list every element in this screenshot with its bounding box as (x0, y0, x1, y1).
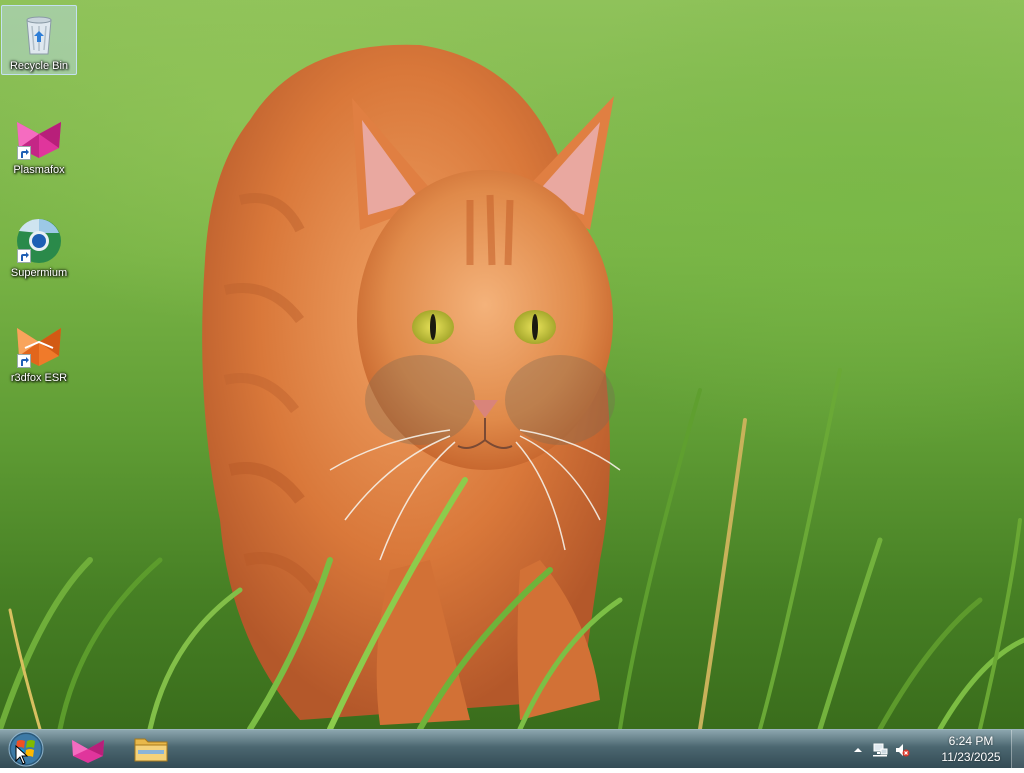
cat-wallpaper-image (0, 44, 1024, 729)
taskbar-explorer-button[interactable] (123, 732, 179, 766)
shortcut-arrow-icon (17, 146, 31, 160)
network-icon[interactable] (872, 742, 888, 758)
desktop-icon-label: r3dfox ESR (10, 372, 68, 384)
desktop-wallpaper (0, 0, 1024, 729)
folder-icon (134, 738, 168, 762)
desktop-icon-label: Supermium (10, 267, 68, 279)
desktop-icon-plasmafox[interactable]: Plasmafox (1, 110, 77, 177)
chevron-up-icon[interactable] (850, 742, 866, 758)
show-desktop-button[interactable] (1011, 730, 1024, 768)
desktop-icon-r3dfox[interactable]: r3dfox ESR (1, 318, 77, 385)
clock-date: 11/23/2025 (941, 750, 1001, 764)
clock-time: 6:24 PM (948, 734, 994, 748)
desktop-icon-recycle-bin[interactable]: Recycle Bin (1, 5, 77, 75)
clock[interactable]: 6:24 PM 11/23/2025 (936, 733, 1006, 765)
desktop-icon-label: Plasmafox (13, 164, 65, 176)
r3dfox-icon (15, 322, 63, 370)
supermium-icon (15, 217, 63, 265)
taskbar: 6:24 PM 11/23/2025 (0, 729, 1024, 768)
desktop-icon-label: Recycle Bin (9, 60, 69, 72)
shortcut-arrow-icon (17, 249, 31, 263)
shortcut-arrow-icon (17, 354, 31, 368)
plasmafox-icon (15, 114, 63, 162)
recycle-bin-icon (15, 10, 63, 58)
plasmafox-icon (72, 740, 104, 763)
volume-muted-icon[interactable] (894, 742, 910, 758)
taskbar-plasmafox-button[interactable] (60, 732, 116, 766)
mouse-cursor-icon (15, 744, 29, 770)
desktop-icon-supermium[interactable]: Supermium (1, 213, 77, 280)
